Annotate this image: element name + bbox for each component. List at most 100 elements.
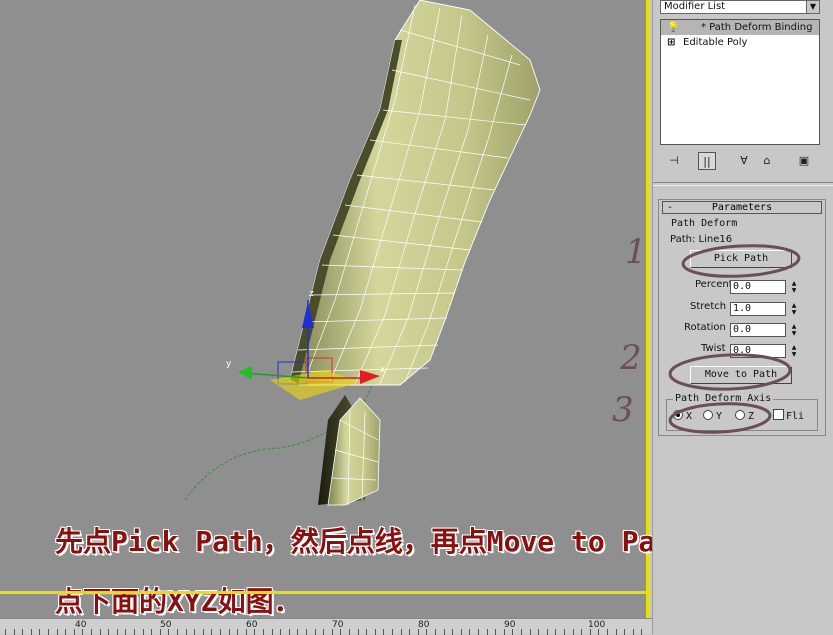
ruler-tick <box>202 629 204 635</box>
lightbulb-icon[interactable]: 💡 <box>667 22 679 33</box>
pin-stack-icon[interactable]: ⊣ <box>665 152 683 170</box>
ruler-tick <box>185 629 187 635</box>
radio-icon <box>703 410 713 420</box>
ruler-tick <box>555 629 557 635</box>
ruler-label: 50 <box>160 620 172 630</box>
stretch-field[interactable]: 1.0 <box>730 302 786 316</box>
ruler-tick <box>271 629 273 635</box>
ruler-tick <box>538 629 540 635</box>
stretch-spinner[interactable]: ▲ ▼ <box>789 302 799 316</box>
expand-plus-icon[interactable]: ⊞ <box>667 37 675 48</box>
ruler-tick <box>340 629 342 635</box>
ruler-tick <box>374 629 376 635</box>
parameters-title: Parameters <box>711 202 773 213</box>
ruler-tick <box>65 629 67 635</box>
ruler-tick <box>48 629 49 635</box>
ruler-tick <box>521 629 522 635</box>
ruler-tick <box>331 629 333 635</box>
axis-radio-x[interactable]: X <box>673 410 692 422</box>
ruler-tick <box>220 629 221 635</box>
remove-modifier-icon[interactable]: ⌂ <box>758 152 776 170</box>
ruler-tick <box>349 629 350 635</box>
ruler-tick <box>417 629 419 635</box>
gizmo-label-z: z <box>309 289 314 299</box>
ruler-tick <box>400 629 402 635</box>
ruler-label: 60 <box>246 620 258 630</box>
stack-toolbar: ⊣ || ∀ ⌂ ▣ <box>660 150 823 172</box>
stack-item-path-deform-binding[interactable]: 💡 * Path Deform Binding <box>661 20 819 35</box>
flip-label: Fli <box>786 411 805 422</box>
path-deform-axis-group: Path Deform Axis X Y Z Fli <box>666 393 818 431</box>
make-unique-icon[interactable]: ∀ <box>735 152 753 170</box>
percent-label: Percent <box>695 279 733 290</box>
rotation-spinner[interactable]: ▲ ▼ <box>789 323 799 337</box>
stack-item-label: Editable Poly <box>683 37 748 48</box>
ruler-tick <box>443 629 445 635</box>
ruler-tick <box>228 629 230 635</box>
rotation-field[interactable]: 0.0 <box>730 323 786 337</box>
ruler-tick <box>237 629 239 635</box>
show-end-result-icon[interactable]: || <box>698 152 716 170</box>
rotation-label: Rotation <box>684 322 726 333</box>
percent-spinner[interactable]: ▲ ▼ <box>789 280 799 294</box>
ruler-tick <box>73 629 75 635</box>
instruction-caption-line2: 点下面的XYZ如图． <box>55 585 302 618</box>
ruler-tick <box>280 629 282 635</box>
path-deform-group: Path Deform Path: Line16 Pick Path Perce… <box>666 218 818 390</box>
ruler-tick <box>383 629 385 635</box>
viewport-scene: y z x <box>184 0 541 506</box>
ruler-tick <box>452 629 454 635</box>
axis-radio-z[interactable]: Z <box>735 410 754 422</box>
ruler-tick <box>512 629 514 635</box>
gizmo-label-x: x <box>380 365 386 375</box>
parameters-rollout-header[interactable]: - Parameters <box>662 201 822 214</box>
viewport-border <box>0 591 652 594</box>
twist-spinner[interactable]: ▲ ▼ <box>789 344 799 358</box>
stretch-label: Stretch <box>690 301 727 312</box>
ruler-label: 70 <box>332 620 344 630</box>
perspective-viewport[interactable]: y z x 先点Pick Path，然后点线，再点Move to Path， 点… <box>0 0 717 618</box>
ruler-tick <box>624 629 626 635</box>
annotation-step-3: 3 <box>612 390 634 430</box>
ruler-label: 80 <box>418 620 430 630</box>
flip-checkbox[interactable]: Fli <box>773 409 804 422</box>
ruler-tick <box>30 629 32 635</box>
modifier-stack[interactable]: 💡 * Path Deform Binding ⊞ Editable Poly <box>660 19 820 145</box>
axis-x-label: X <box>686 411 693 422</box>
ruler-tick <box>564 629 565 635</box>
time-ruler[interactable]: 40 50 60 70 80 90 100 <box>0 618 652 635</box>
ruler-tick <box>641 629 643 635</box>
ruler-tick <box>469 629 471 635</box>
instruction-caption-line1: 先点Pick Path，然后点线，再点Move to Path， <box>55 525 718 558</box>
stack-item-editable-poly[interactable]: ⊞ Editable Poly <box>661 35 819 50</box>
ruler-tick <box>529 629 531 635</box>
configure-sets-icon[interactable]: ▣ <box>795 152 813 170</box>
ruler-tick <box>151 629 153 635</box>
ruler-tick <box>82 629 84 635</box>
ruler-tick <box>263 629 264 635</box>
ruler-tick <box>168 629 170 635</box>
ruler-tick <box>572 629 574 635</box>
ruler-tick <box>134 629 135 635</box>
path-deform-group-label: Path Deform <box>669 218 740 229</box>
modifier-list-label: Modifier List <box>664 1 726 12</box>
ruler-tick <box>22 629 24 635</box>
ruler-tick <box>39 629 41 635</box>
ruler-tick <box>142 629 144 635</box>
twist-field[interactable]: 0.0 <box>730 344 786 358</box>
collapse-icon: - <box>667 202 674 213</box>
mesh-body <box>289 0 541 386</box>
modifier-list-dropdown[interactable]: Modifier List ▼ <box>660 0 820 14</box>
ruler-tick <box>314 629 316 635</box>
ruler-tick <box>435 629 436 635</box>
ruler-tick <box>589 629 591 635</box>
ruler-tick <box>177 629 178 635</box>
chevron-down-icon[interactable]: ▼ <box>806 1 819 13</box>
axis-radio-y[interactable]: Y <box>703 410 722 422</box>
ruler-tick <box>159 629 161 635</box>
checkbox-icon <box>773 409 784 420</box>
ruler-tick <box>245 629 247 635</box>
move-to-path-button[interactable]: Move to Path <box>690 366 792 384</box>
percent-field[interactable]: 0.0 <box>730 280 786 294</box>
pick-path-button[interactable]: Pick Path <box>690 250 792 268</box>
